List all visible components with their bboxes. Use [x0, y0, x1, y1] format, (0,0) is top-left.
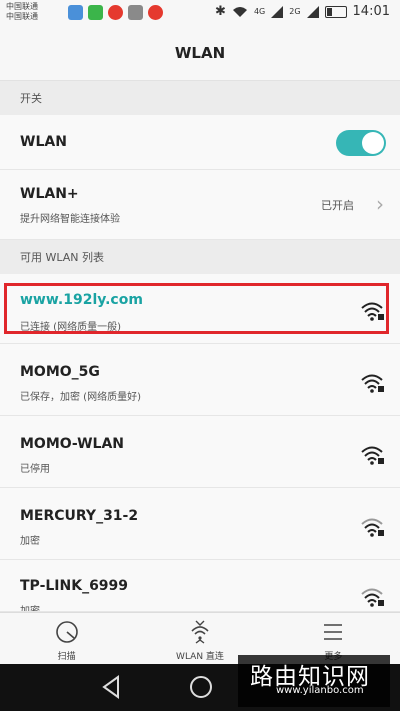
section-header-switch: 开关: [0, 81, 400, 115]
wlan-toggle-row[interactable]: WLAN: [0, 115, 400, 170]
wlan-plus-label: WLAN+: [20, 186, 79, 202]
weibo-icon: [108, 5, 123, 20]
wifi-locked-icon: [361, 446, 384, 465]
wlan-plus-row[interactable]: WLAN+ 提升网络智能连接体验 已开启 ›: [0, 170, 400, 240]
bluetooth-icon: ✱: [215, 4, 226, 19]
photo-icon: [68, 5, 83, 20]
wlan-toggle-switch[interactable]: [336, 130, 386, 156]
scan-label: 扫描: [57, 652, 76, 662]
back-icon[interactable]: [100, 674, 122, 700]
carrier-label: 中国联通 中国联通: [6, 2, 38, 22]
gallery-icon: [128, 5, 143, 20]
network-ssid: TP-LINK_6999: [20, 578, 129, 594]
toggle-knob: [362, 132, 384, 154]
page-title: WLAN: [0, 26, 400, 81]
network-ssid: MOMO-WLAN: [20, 436, 125, 452]
battery-icon: [324, 5, 347, 18]
wlan-toggle-label: WLAN: [20, 134, 67, 150]
carrier-line-2: 中国联通: [6, 12, 38, 21]
signal-icon: [306, 5, 319, 18]
wlan-plus-status: 已开启: [321, 199, 354, 212]
wifi-locked-icon: [361, 518, 384, 537]
scan-icon: [55, 621, 78, 643]
wechat-icon: [88, 5, 103, 20]
connected-network-highlight: [4, 283, 389, 334]
scan-button[interactable]: 扫描: [0, 613, 133, 665]
status-icons: ✱ 4G 2G 14:01: [215, 4, 390, 19]
network-ssid: MOMO_5G: [20, 364, 100, 380]
network-status: 已保存，加密 (网络质量好): [20, 392, 141, 403]
network-status: 加密: [20, 536, 40, 547]
watermark: 路由知识网 www.yilanbo.com: [238, 655, 390, 707]
wlan-direct-icon: [191, 620, 209, 644]
signal-icon: [271, 5, 284, 18]
wifi-icon: [232, 6, 247, 17]
network-type-a: 4G: [253, 7, 266, 16]
network-item[interactable]: TP-LINK_6999 加密: [0, 560, 400, 612]
watermark-url: www.yilanbo.com: [276, 685, 364, 696]
menu-icon: [324, 624, 343, 640]
network-status: 已停用: [20, 464, 50, 475]
home-icon[interactable]: [188, 674, 214, 700]
weibo-icon: [148, 5, 163, 20]
status-bar: 中国联通 中国联通 ✱ 4G 2G 14:01: [0, 0, 400, 26]
chevron-right-icon: ›: [376, 192, 384, 216]
network-item[interactable]: MERCURY_31-2 加密: [0, 488, 400, 560]
network-item[interactable]: MOMO_5G 已保存，加密 (网络质量好): [0, 344, 400, 416]
wifi-locked-icon: [361, 588, 384, 607]
network-item[interactable]: MOMO-WLAN 已停用: [0, 416, 400, 488]
wifi-locked-icon: [361, 374, 384, 393]
network-status: 加密: [20, 606, 40, 612]
wlan-plus-subtitle: 提升网络智能连接体验: [20, 214, 120, 225]
notification-icons: [68, 5, 163, 20]
network-type-b: 2G: [289, 7, 301, 16]
section-header-available: 可用 WLAN 列表: [0, 240, 400, 274]
carrier-line-1: 中国联通: [6, 2, 38, 11]
network-ssid: MERCURY_31-2: [20, 508, 139, 524]
clock: 14:01: [352, 4, 390, 19]
